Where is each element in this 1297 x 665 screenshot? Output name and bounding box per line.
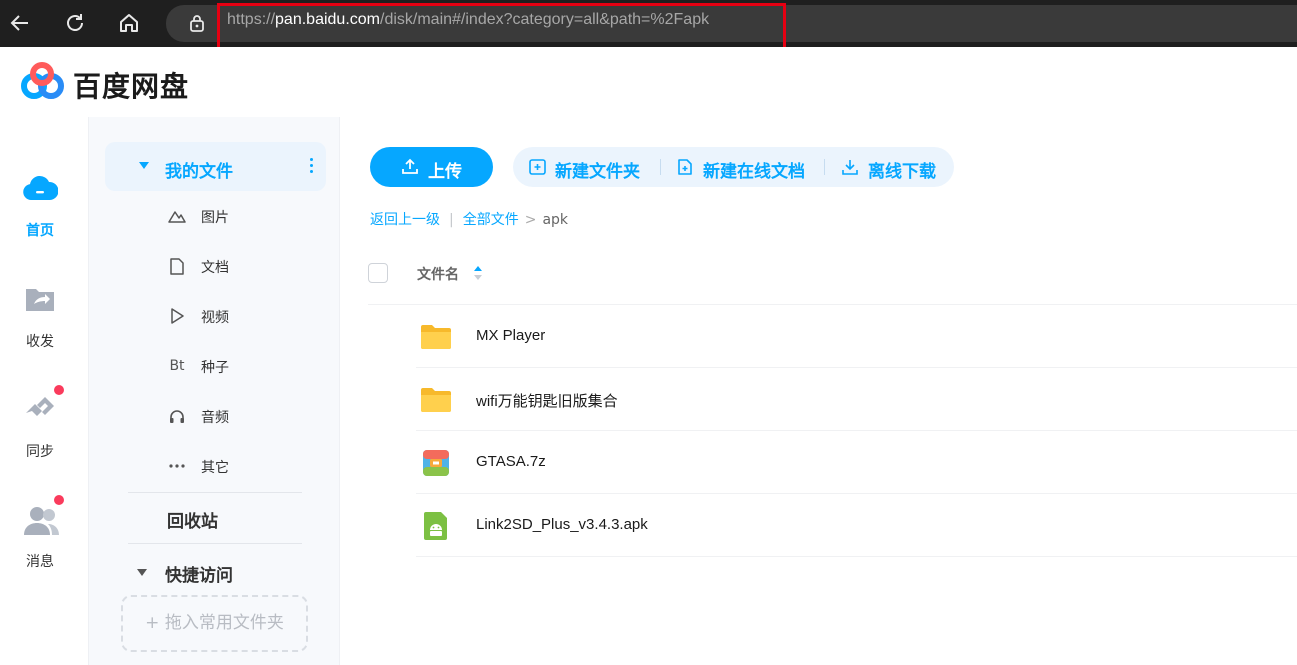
rail-label-sync: 同步 xyxy=(26,444,54,460)
sidebar-item-recycle-bin[interactable]: 回收站 xyxy=(167,507,218,532)
new-folder-label: 新建文件夹 xyxy=(555,162,640,182)
url-highlight-box xyxy=(217,3,786,53)
file-list-header: 文件名 xyxy=(368,257,1297,305)
sidebar-item-my-files[interactable]: 我的文件 xyxy=(105,142,326,191)
breadcrumb: 返回上一级 | 全部文件 > apk xyxy=(370,209,568,229)
home-icon xyxy=(120,14,138,32)
upload-label: 上传 xyxy=(428,162,462,182)
sidebar-item-torrents[interactable]: Bt 种子 xyxy=(167,349,327,383)
play-icon xyxy=(167,306,187,326)
select-all-checkbox[interactable] xyxy=(368,263,388,283)
reload-button[interactable] xyxy=(59,7,91,39)
quick-access-label: 快捷访问 xyxy=(165,566,233,586)
sidebar-item-images[interactable]: 图片 xyxy=(167,199,327,233)
new-document-icon xyxy=(678,159,692,175)
file-row[interactable]: GTASA.7z xyxy=(416,431,1297,494)
baidu-netdisk-logo[interactable] xyxy=(20,62,66,102)
app-header: 百度网盘 xyxy=(0,47,1297,117)
folder-icon xyxy=(421,388,451,412)
my-files-label: 我的文件 xyxy=(165,162,233,182)
file-name[interactable]: wifi万能钥匙旧版集合 xyxy=(476,390,618,411)
category-label: 音频 xyxy=(201,410,229,426)
category-label: 视频 xyxy=(201,310,229,326)
folder-icon xyxy=(421,325,451,349)
sync-badge-dot xyxy=(54,385,64,395)
lock-icon[interactable] xyxy=(186,12,208,34)
reload-icon xyxy=(67,14,83,31)
offline-download-label: 离线下载 xyxy=(868,162,936,182)
category-label: 其它 xyxy=(201,460,229,476)
collapse-triangle-icon xyxy=(137,569,147,576)
divider xyxy=(128,543,302,544)
file-row[interactable]: Link2SD_Plus_v3.4.3.apk xyxy=(416,494,1297,557)
cloud-home-icon xyxy=(22,172,59,208)
sync-icon xyxy=(22,385,64,429)
toolbar-divider xyxy=(660,159,661,175)
document-icon xyxy=(167,256,187,276)
headphones-icon xyxy=(167,406,187,426)
toolbar-divider xyxy=(824,159,825,175)
upload-button[interactable]: 上传 xyxy=(370,147,493,187)
people-icon xyxy=(22,495,64,539)
rail-item-home[interactable]: 首页 xyxy=(0,172,80,262)
category-label: 文档 xyxy=(201,260,229,276)
share-folder-icon xyxy=(22,283,58,319)
file-row[interactable]: wifi万能钥匙旧版集合 xyxy=(416,368,1297,431)
action-toolbar: 新建文件夹 新建在线文档 离线下载 xyxy=(513,147,954,187)
more-vertical-icon[interactable] xyxy=(308,158,314,176)
category-sidebar: 我的文件 图片 文档 视频 Bt 种子 音频 其它 回收站 快捷访问 + 拖入常… xyxy=(89,117,340,665)
column-header-filename[interactable]: 文件名 xyxy=(417,264,459,284)
breadcrumb-current: apk xyxy=(542,212,569,228)
file-name[interactable]: Link2SD_Plus_v3.4.3.apk xyxy=(476,516,648,533)
file-name[interactable]: GTASA.7z xyxy=(476,453,546,470)
new-folder-icon xyxy=(529,159,546,175)
breadcrumb-arrow: > xyxy=(524,212,537,228)
bt-icon: Bt xyxy=(169,358,185,374)
android-apk-icon xyxy=(424,512,447,540)
rail-item-sync[interactable]: 同步 xyxy=(0,385,80,483)
back-up-link[interactable]: 返回上一级 xyxy=(370,212,440,228)
new-online-doc-label: 新建在线文档 xyxy=(703,162,805,182)
rail-label-messages: 消息 xyxy=(26,554,54,570)
rail-item-transfer[interactable]: 收发 xyxy=(0,283,80,373)
image-icon xyxy=(167,206,187,226)
rail-label-transfer: 收发 xyxy=(26,334,54,350)
category-label: 图片 xyxy=(201,210,229,226)
arrow-left-icon xyxy=(10,15,28,31)
rail-label-home: 首页 xyxy=(26,223,54,239)
add-favorite-folder-dropzone[interactable]: + 拖入常用文件夹 xyxy=(121,595,308,652)
file-name[interactable]: MX Player xyxy=(476,327,545,344)
rail-item-messages[interactable]: 消息 xyxy=(0,495,80,593)
archive-icon xyxy=(423,450,449,476)
more-icon xyxy=(167,456,187,476)
home-button[interactable] xyxy=(113,7,145,39)
main-content: 上传 新建文件夹 新建在线文档 离线下载 返回上一级 | 全部文件 > apk 文件名 … xyxy=(340,117,1297,665)
download-icon xyxy=(842,160,858,175)
breadcrumb-separator: | xyxy=(449,212,454,228)
upload-icon xyxy=(402,158,418,174)
left-rail: 首页 收发 同步 消息 xyxy=(0,117,89,665)
messages-badge-dot xyxy=(54,495,64,505)
sidebar-item-quick-access[interactable]: 快捷访问 xyxy=(137,559,337,589)
sidebar-item-videos[interactable]: 视频 xyxy=(167,299,327,333)
all-files-link[interactable]: 全部文件 xyxy=(463,212,519,228)
logo-text: 百度网盘 xyxy=(73,70,190,103)
sidebar-item-audio[interactable]: 音频 xyxy=(167,399,327,433)
sidebar-item-other[interactable]: 其它 xyxy=(167,449,327,483)
file-row[interactable]: MX Player xyxy=(416,305,1297,368)
back-button[interactable] xyxy=(4,7,36,39)
category-label: 种子 xyxy=(201,360,229,376)
divider xyxy=(128,492,302,493)
sort-icon[interactable] xyxy=(473,265,483,281)
sidebar-item-documents[interactable]: 文档 xyxy=(167,249,327,283)
collapse-triangle-icon[interactable] xyxy=(139,162,149,169)
